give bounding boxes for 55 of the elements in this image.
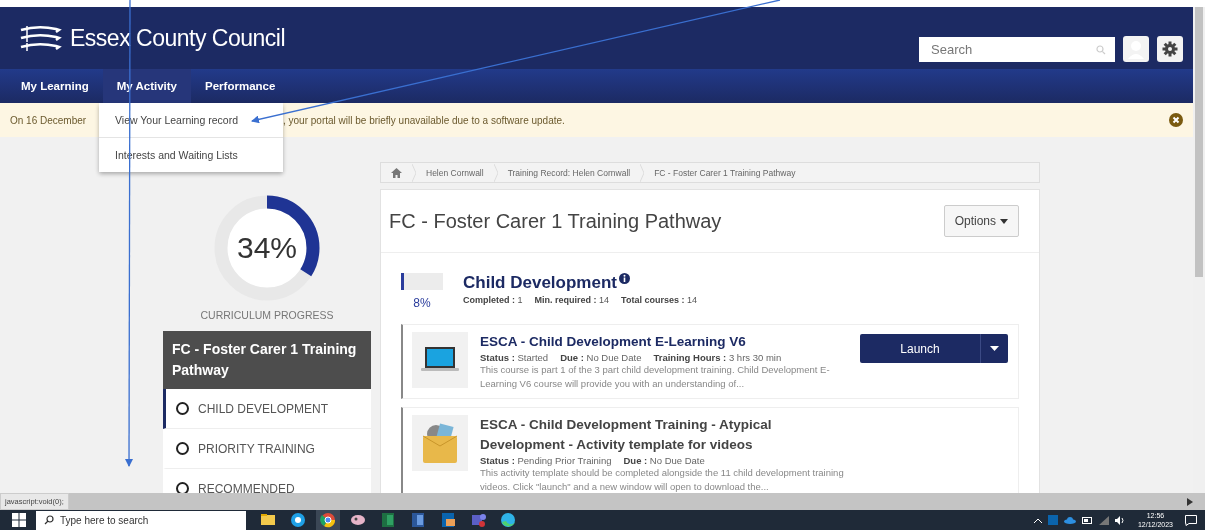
- search-field[interactable]: Search: [919, 36, 1115, 62]
- progress-bar: [401, 273, 443, 290]
- chat-icon[interactable]: [288, 510, 308, 530]
- taskbar-search-field[interactable]: Type here to search: [36, 510, 246, 530]
- site-title: Essex County Council: [70, 24, 286, 52]
- nav-tab[interactable]: My Learning: [7, 69, 103, 103]
- settings-button[interactable]: [1157, 36, 1183, 62]
- arrow-right-icon[interactable]: [1187, 498, 1193, 506]
- speaker-icon[interactable]: [1114, 515, 1126, 525]
- browser-icon[interactable]: [318, 510, 338, 530]
- course-field: Status : Started: [480, 352, 549, 363]
- course-field: Due : No Due Date: [560, 352, 642, 363]
- search-icon: [44, 515, 54, 525]
- sidebar-item[interactable]: CHILD DEVELOPMENT: [163, 389, 371, 429]
- breadcrumb-link[interactable]: Training Record: Helen Cornwall: [507, 167, 631, 178]
- notice-text: On 16 December: [10, 114, 87, 126]
- radio-icon: [176, 442, 189, 455]
- course-field: Training Hours : 3 hrs 30 min: [653, 352, 782, 363]
- chevron-up-icon[interactable]: [1033, 517, 1042, 523]
- progress-percent: 34%: [235, 231, 298, 265]
- notice-text: , your portal will be briefly unavailable due to a software update.: [283, 114, 566, 126]
- folder-icon: [420, 422, 460, 464]
- logo-icon: [18, 23, 62, 53]
- swirl-icon[interactable]: [498, 510, 518, 530]
- radio-icon: [176, 402, 189, 415]
- course-field: Status : Pending Prior Training: [480, 455, 612, 466]
- scrollbar[interactable]: [1193, 7, 1205, 493]
- course-description: This activity template should be completed alongside the 11 child development training videos. Click "launch" and a new window will open to download the...: [480, 466, 845, 493]
- caret-icon: [990, 346, 999, 351]
- course-field: Due : No Due Date: [623, 455, 705, 466]
- start-icon[interactable]: [12, 513, 26, 527]
- breadcrumb-link[interactable]: FC - Foster Carer 1 Training Pathway: [654, 167, 796, 178]
- stat-text: Completed : 1: [463, 295, 523, 305]
- course-description: This course is part 1 of the 3 part child development training. Child Development E-Learning V6 course will provide you with an understanding of...: [480, 363, 831, 391]
- caret-icon: [1000, 218, 1008, 224]
- course-title[interactable]: ESCA - Child Development E-Learning V6: [480, 332, 800, 352]
- course-title[interactable]: ESCA - Child Development Training - Atypical Development - Activity template for videos: [480, 415, 800, 455]
- options-button[interactable]: Options: [943, 205, 1019, 237]
- close-icon[interactable]: [1169, 113, 1183, 127]
- progress-percent: 8%: [413, 296, 431, 310]
- section-title: Child Development: [463, 273, 617, 293]
- settings-icon: [1162, 41, 1178, 57]
- stat-text: Total courses : 14: [621, 295, 697, 305]
- nav-tab[interactable]: Performance: [191, 69, 290, 103]
- progress-label: CURRICULUM PROGRESS: [200, 309, 334, 321]
- card-title: FC - Foster Carer 1 Training Pathway: [389, 209, 722, 233]
- notification-icon[interactable]: [1185, 514, 1197, 526]
- battery-icon[interactable]: [1081, 516, 1093, 524]
- home-icon[interactable]: [391, 167, 402, 178]
- cloud-icon[interactable]: [1063, 516, 1076, 524]
- curriculum-title: FC - Foster Carer 1 Training Pathway: [163, 331, 371, 389]
- breadcrumb-link[interactable]: Helen Cornwall: [426, 167, 484, 178]
- stat-text: Min. required : 14: [534, 295, 610, 305]
- info-icon[interactable]: [618, 273, 630, 284]
- nav-tab[interactable]: My Activity: [102, 69, 192, 103]
